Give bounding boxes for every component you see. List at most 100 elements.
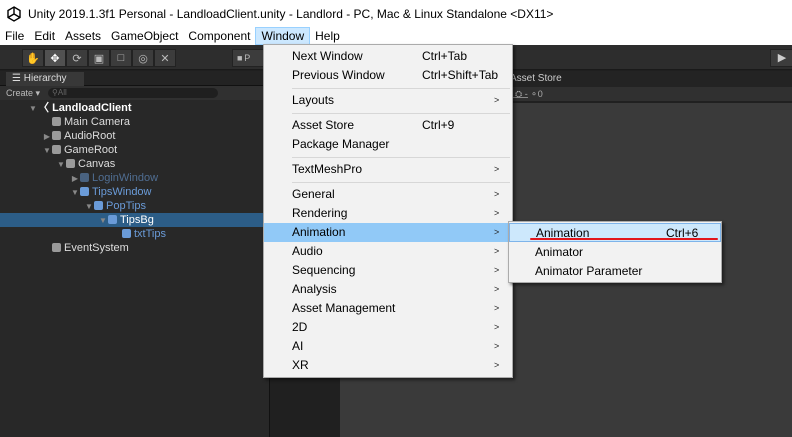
menu-help[interactable]: Help <box>310 27 345 45</box>
menu-item-xr[interactable]: XR > <box>264 356 512 375</box>
hierarchy-tabbar: ☰ Hierarchy <box>0 71 269 86</box>
scale-icon[interactable]: ▣ <box>88 49 110 67</box>
menu-item-textmeshpro[interactable]: TextMeshPro > <box>264 160 512 179</box>
row-label: TipsBg <box>120 214 154 226</box>
menu-file[interactable]: File <box>0 27 29 45</box>
menu-assets[interactable]: Assets <box>60 27 106 45</box>
menu-item-label: Rendering <box>292 206 348 220</box>
menu-item-analysis[interactable]: Analysis > <box>264 280 512 299</box>
menu-item-label: Animator Parameter <box>535 264 643 278</box>
menu-window[interactable]: Window <box>255 27 311 45</box>
menu-item-label: XR <box>292 358 309 372</box>
menu-item-label: Audio <box>292 244 323 258</box>
play-button[interactable]: ▶ <box>770 49 792 67</box>
hierarchy-tab-label: Hierarchy <box>23 73 67 84</box>
pivot-toggle-button[interactable]: ■ P <box>232 49 264 67</box>
menu-item-package-manager[interactable]: Package Manager <box>264 135 512 154</box>
menu-item-shortcut: Ctrl+Shift+Tab <box>422 68 499 82</box>
hierarchy-row-selected[interactable]: ▼ TipsBg <box>0 213 269 227</box>
menu-edit[interactable]: Edit <box>29 27 60 45</box>
gameobject-icon <box>52 131 61 140</box>
submenu-arrow-icon: > <box>494 95 500 105</box>
create-label: Create <box>6 87 34 98</box>
row-label: GameRoot <box>64 144 118 156</box>
gameobject-icon <box>52 243 61 252</box>
menu-item-audio[interactable]: Audio > <box>264 242 512 261</box>
submenu-item-animator[interactable]: Animator <box>509 243 721 262</box>
search-placeholder: All <box>57 88 67 97</box>
menu-item-asset-store[interactable]: Asset Store Ctrl+9 <box>264 116 512 135</box>
menu-item-shortcut: Ctrl+Tab <box>422 49 468 63</box>
hierarchy-row[interactable]: ▶ LoginWindow <box>0 171 269 185</box>
menu-item-shortcut: Ctrl+6 <box>666 226 699 240</box>
unity-scene-icon: 〈 <box>38 102 49 114</box>
submenu-arrow-icon: > <box>494 341 500 351</box>
submenu-arrow-icon: > <box>494 360 500 370</box>
row-label: TipsWindow <box>92 186 152 198</box>
menu-item-ai[interactable]: AI > <box>264 337 512 356</box>
create-dropdown[interactable]: Create ▾ <box>6 88 40 99</box>
hierarchy-row[interactable]: EventSystem <box>0 241 269 255</box>
expand-arrow-icon[interactable]: ▼ <box>42 144 52 158</box>
tab-hierarchy[interactable]: ☰ Hierarchy <box>6 72 84 86</box>
menu-item-2d[interactable]: 2D > <box>264 318 512 337</box>
menu-item-next-window[interactable]: Next Window Ctrl+Tab <box>264 47 512 66</box>
hierarchy-row[interactable]: txtTips <box>0 227 269 241</box>
rect-icon[interactable]: □ <box>110 49 132 67</box>
submenu-arrow-icon: > <box>494 265 500 275</box>
pivot-label: P <box>244 53 251 63</box>
hierarchy-panel: ☰ Hierarchy Create ▾ ⚲All ▼〈 LandloadCli… <box>0 71 270 437</box>
row-label: EventSystem <box>64 242 129 254</box>
menu-item-label: Layouts <box>292 93 335 107</box>
custom-tool-icon[interactable]: ✕ <box>154 49 176 67</box>
expand-arrow-icon[interactable]: ▼ <box>84 200 94 214</box>
menu-item-general[interactable]: General > <box>264 185 512 204</box>
expand-arrow-icon[interactable]: ▼ <box>28 102 38 116</box>
menu-item-label: 2D <box>292 320 308 334</box>
prefab-icon <box>122 229 131 238</box>
submenu-item-animator-parameter[interactable]: Animator Parameter <box>509 262 721 281</box>
gameobject-icon <box>52 145 61 154</box>
window-menu-dropdown: Next Window Ctrl+Tab Previous Window Ctrl+… <box>263 44 513 378</box>
menu-item-asset-management[interactable]: Asset Management > <box>264 299 512 318</box>
tab-asset-store[interactable]: Asset Store <box>510 73 562 84</box>
submenu-arrow-icon: > <box>494 227 500 237</box>
animation-submenu: Animation Ctrl+6 Animator Animator Parame… <box>508 221 722 283</box>
transform-icon[interactable]: ◎ <box>132 49 154 67</box>
hierarchy-row[interactable]: ▼ GameRoot <box>0 143 269 157</box>
prefab-icon <box>94 201 103 210</box>
annotation-underline <box>530 238 718 240</box>
menu-item-label: Asset Store <box>292 118 355 132</box>
hierarchy-row[interactable]: ▼ TipsWindow <box>0 185 269 199</box>
hand-icon[interactable]: ✋ <box>22 49 44 67</box>
move-icon[interactable]: ✥ <box>44 49 66 67</box>
menu-item-label: Animation <box>292 225 346 239</box>
hierarchy-row[interactable]: ▶ AudioRoot <box>0 129 269 143</box>
menu-item-label: Previous Window <box>292 68 385 82</box>
hierarchy-search-input[interactable]: ⚲All <box>48 88 219 98</box>
rotate-icon[interactable]: ⟳ <box>66 49 88 67</box>
menu-item-sequencing[interactable]: Sequencing > <box>264 261 512 280</box>
prefab-icon <box>80 173 89 182</box>
hierarchy-row[interactable]: ▼ Canvas <box>0 157 269 171</box>
menu-separator <box>292 113 510 114</box>
expand-arrow-icon[interactable]: ▼ <box>56 158 66 172</box>
menu-component[interactable]: Component <box>183 27 255 45</box>
expand-arrow-icon[interactable]: ▶ <box>70 172 80 186</box>
menu-item-animation[interactable]: Animation > <box>264 223 512 242</box>
expand-arrow-icon[interactable]: ▶ <box>42 130 52 144</box>
gameobject-icon <box>52 117 61 126</box>
hierarchy-row[interactable]: ▼ PopTips <box>0 199 269 213</box>
hierarchy-row-scene[interactable]: ▼〈 LandloadClient <box>0 101 269 115</box>
hierarchy-row[interactable]: Main Camera <box>0 115 269 129</box>
play-icon: ▶ <box>777 52 787 64</box>
menu-item-rendering[interactable]: Rendering > <box>264 204 512 223</box>
menu-separator <box>292 157 510 158</box>
expand-arrow-icon[interactable]: ▼ <box>98 214 108 228</box>
menu-gameobject[interactable]: GameObject <box>106 27 183 45</box>
menu-item-previous-window[interactable]: Previous Window Ctrl+Shift+Tab <box>264 66 512 85</box>
prefab-icon <box>80 187 89 196</box>
row-label: Main Camera <box>64 116 131 128</box>
expand-arrow-icon[interactable]: ▼ <box>70 186 80 200</box>
menu-item-layouts[interactable]: Layouts > <box>264 91 512 110</box>
